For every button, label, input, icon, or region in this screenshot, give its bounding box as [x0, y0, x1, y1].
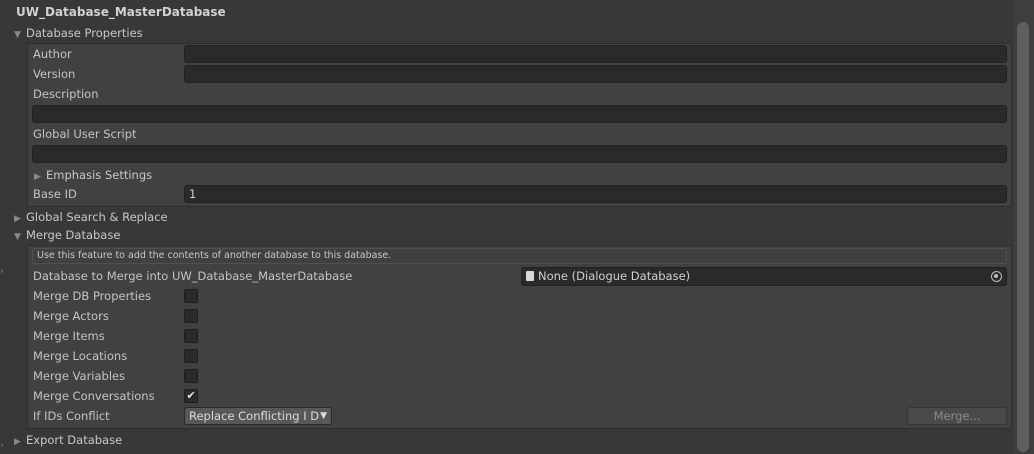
triangle-right-icon: ▶ — [14, 437, 21, 447]
foldout-global-search-replace[interactable]: ▶ Global Search & Replace — [14, 208, 168, 226]
triangle-down-icon: ▼ — [14, 30, 21, 40]
merge-button[interactable]: Merge... — [907, 407, 1007, 425]
merge-variables-checkbox[interactable] — [184, 369, 198, 383]
document-icon — [526, 271, 534, 281]
dropdown-arrow-icon: ▼ — [320, 411, 327, 421]
base-id-field[interactable]: 1 — [184, 185, 1007, 203]
merge-actors-label: Merge Actors — [33, 309, 109, 323]
description-label: Description — [33, 87, 99, 101]
merge-help-box: Use this feature to add the contents of … — [32, 248, 1007, 264]
foldout-label: Global Search & Replace — [26, 210, 168, 224]
base-id-label: Base ID — [33, 187, 77, 201]
merge-conversations-label: Merge Conversations — [33, 389, 155, 403]
dropdown-value: Replace Conflicting I D — [189, 409, 320, 423]
global-user-script-field[interactable] — [32, 145, 1007, 163]
merge-items-label: Merge Items — [33, 329, 105, 343]
foldout-merge-database[interactable]: ▼ Merge Database — [14, 226, 120, 244]
merge-db-properties-checkbox[interactable] — [184, 289, 198, 303]
foldout-emphasis-settings[interactable]: ▶ Emphasis Settings — [34, 166, 152, 184]
author-label: Author — [33, 47, 72, 61]
merge-into-label: Database to Merge into UW_Database_Maste… — [33, 269, 353, 283]
collapse-arrow-icon[interactable]: › — [0, 266, 4, 277]
foldout-label: Emphasis Settings — [46, 168, 153, 182]
version-field[interactable] — [184, 65, 1007, 83]
foldout-label: Database Properties — [26, 26, 143, 40]
object-picker-icon[interactable] — [991, 271, 1002, 282]
merge-db-properties-label: Merge DB Properties — [33, 289, 152, 303]
foldout-label: Merge Database — [26, 228, 121, 242]
merge-database-object-field[interactable]: None (Dialogue Database) — [521, 267, 1007, 286]
if-ids-conflict-dropdown[interactable]: Replace Conflicting I D ▼ — [184, 407, 332, 425]
scrollbar-thumb[interactable] — [1017, 22, 1029, 452]
merge-locations-checkbox[interactable] — [184, 349, 198, 363]
global-user-script-label: Global User Script — [33, 127, 137, 141]
checkmark-icon: ✔ — [186, 389, 196, 402]
author-field[interactable] — [184, 45, 1007, 63]
foldout-label: Export Database — [26, 433, 123, 447]
triangle-right-icon: ▶ — [34, 172, 41, 182]
foldout-database-properties[interactable]: ▼ Database Properties — [14, 24, 143, 42]
inspector-title: UW_Database_MasterDatabase — [16, 5, 226, 19]
merge-items-checkbox[interactable] — [184, 329, 198, 343]
merge-variables-label: Merge Variables — [33, 369, 126, 383]
foldout-export-database[interactable]: ▶ Export Database — [14, 431, 122, 449]
triangle-down-icon: ▼ — [14, 232, 21, 242]
collapse-arrow-icon[interactable]: › — [0, 440, 4, 451]
merge-actors-checkbox[interactable] — [184, 309, 198, 323]
description-field[interactable] — [32, 105, 1007, 123]
object-field-value: None (Dialogue Database) — [538, 269, 691, 283]
version-label: Version — [33, 67, 76, 81]
if-ids-conflict-label: If IDs Conflict — [33, 409, 110, 423]
merge-locations-label: Merge Locations — [33, 349, 128, 363]
merge-conversations-checkbox[interactable]: ✔ — [184, 389, 198, 403]
